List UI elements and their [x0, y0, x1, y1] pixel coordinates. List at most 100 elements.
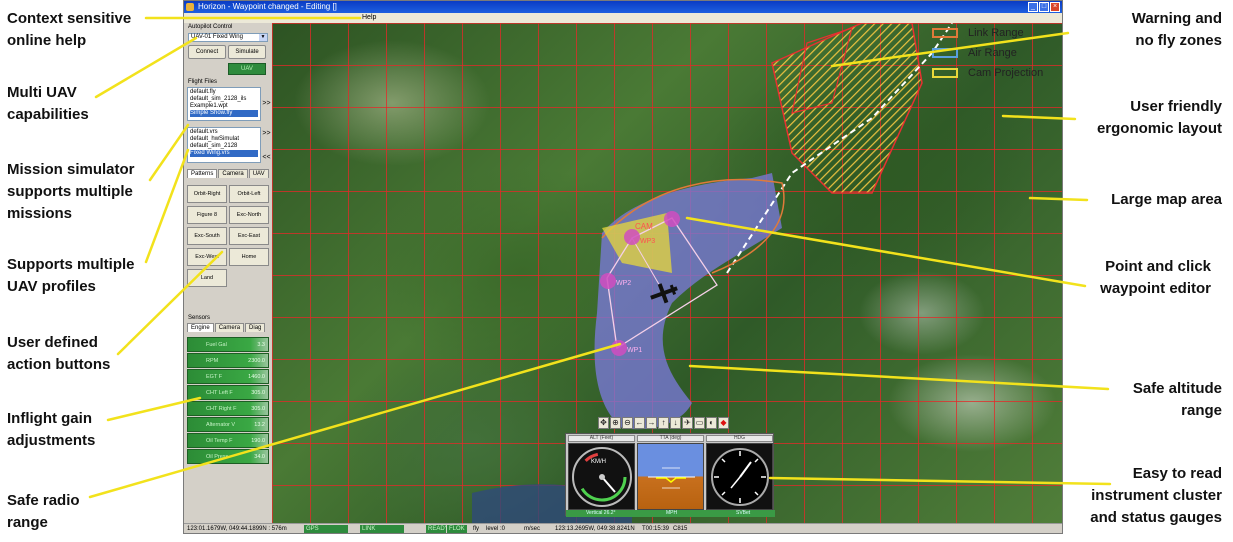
uav-button[interactable]: UAV: [228, 63, 266, 75]
list-item[interactable]: default_sim_2128_ils: [190, 96, 258, 103]
list-item[interactable]: default.fly: [190, 89, 258, 96]
status-coords: 123:13.2695W, 049:38.8241N: [555, 526, 635, 532]
uav-select[interactable]: UAV-01 Fixed Wing ▼: [188, 33, 268, 42]
sensor-oil-temp[interactable]: Oil Temp F 190.0: [187, 433, 269, 448]
zoom-in-icon[interactable]: ⊕: [610, 417, 621, 429]
sensor-egt[interactable]: EGT F 1460.0: [187, 369, 269, 384]
status-vspeed: m/sec: [524, 526, 541, 532]
frame-icon[interactable]: ▭: [694, 417, 705, 429]
home-button[interactable]: Home: [229, 248, 269, 266]
sensor-value: 2300.0: [248, 358, 265, 364]
send-profile-button[interactable]: >>: [262, 129, 271, 139]
instrument-footer: Vertical 26.2° MPH SVBet: [566, 510, 775, 517]
arrow-right-icon[interactable]: →: [646, 417, 657, 429]
status-bar: 123:01.1679W, 049:44.1899N : 576m GPS LI…: [184, 523, 1062, 533]
tab-patterns[interactable]: Patterns: [187, 169, 218, 178]
land-button[interactable]: Land: [187, 269, 227, 287]
list-item-selected[interactable]: Simple Show.fly: [190, 110, 258, 117]
layer-icon[interactable]: ◐: [706, 417, 717, 429]
tab-uav[interactable]: UAV: [248, 169, 269, 178]
sensor-alternator[interactable]: Alternator V 13.2: [187, 417, 269, 432]
sensor-label: Oil Press: [206, 454, 229, 460]
status-time: T00:15:39: [642, 526, 670, 532]
waypoint-wp3: [664, 211, 680, 227]
airspeed-gauge: KM/H: [568, 443, 635, 510]
orbit-left-button[interactable]: Orbit-Left: [229, 185, 269, 203]
arrow-left-icon[interactable]: ←: [634, 417, 645, 429]
callout-safe-altitude: Safe altitude range: [1132, 380, 1222, 419]
status-fly: fly: [473, 526, 479, 532]
orbit-right-button[interactable]: Orbit-Right: [187, 185, 227, 203]
sensor-fuel[interactable]: Fuel Gal 3.3: [187, 337, 269, 352]
status-ready: READY: [426, 525, 449, 533]
callout-safe-radio-range: Safe radio range: [7, 492, 80, 531]
sensor-label: CHT Right F: [206, 406, 237, 412]
callout-uav-profiles: Supports multiple UAV profiles: [7, 256, 135, 295]
instrument-mph: MPH: [666, 510, 678, 516]
sensor-cht-left[interactable]: CHT Left F 305.0: [187, 385, 269, 400]
sensor-oil-press[interactable]: Oil Press 34.0: [187, 449, 269, 464]
sensor-cht-right[interactable]: CHT Right F 305.0: [187, 401, 269, 416]
sensor-value: 13.2: [254, 422, 265, 428]
zoom-out-icon[interactable]: ⊖: [622, 417, 633, 429]
receive-profile-button[interactable]: <<: [262, 153, 271, 163]
waypoint-label: WP2: [616, 280, 631, 287]
instrument-svbet: SVBet: [736, 510, 751, 516]
instrument-cluster: ALT (Feet) TTA (deg) HDG KM/H Vertical 2…: [565, 433, 775, 517]
tab-diag[interactable]: Diag: [245, 323, 266, 332]
list-item[interactable]: Example1.wpt: [190, 103, 258, 110]
attitude-indicator: [637, 443, 704, 510]
sensor-label: EGT F: [206, 374, 223, 380]
sensor-value: 305.0: [251, 406, 265, 412]
list-item[interactable]: default_sim_2128: [190, 143, 258, 150]
send-flight-file-button[interactable]: >>: [262, 99, 271, 109]
waypoint-label: CAM: [635, 222, 653, 231]
figure-8-button[interactable]: Figure 8: [187, 206, 227, 224]
callout-instrument-cluster: Easy to read instrument cluster and status…: [1090, 465, 1222, 526]
plane-icon[interactable]: ✈: [682, 417, 693, 429]
chevron-down-icon: ▼: [259, 34, 267, 41]
exc-north-button[interactable]: Exc-North: [229, 206, 269, 224]
simulate-button[interactable]: Simulate: [228, 45, 266, 59]
list-item[interactable]: default_hwSimulat: [190, 136, 258, 143]
exc-east-button[interactable]: Exc-East: [229, 227, 269, 245]
sensor-rpm[interactable]: RPM 2300.0: [187, 353, 269, 368]
legend-swatch-link: [932, 28, 958, 38]
tab-sensor-camera[interactable]: Camera: [214, 323, 245, 332]
flight-file-list[interactable]: default.fly default_sim_2128_ils Example…: [187, 87, 261, 121]
arrow-up-icon[interactable]: ↑: [658, 417, 669, 429]
instrument-head-tta: TTA (deg): [637, 435, 704, 442]
exc-south-button[interactable]: Exc-South: [187, 227, 227, 245]
waypoint-label: WP3: [640, 238, 655, 245]
connect-button[interactable]: Connect: [188, 45, 226, 59]
exc-west-button[interactable]: Exc-West: [187, 248, 227, 266]
close-button[interactable]: ×: [1050, 2, 1060, 12]
callout-context-help: Context sensitive online help: [7, 10, 132, 49]
list-item[interactable]: default.vrs: [190, 129, 258, 136]
callout-ergonomic-layout: User friendly ergonomic layout: [1096, 98, 1222, 137]
app-icon: [186, 3, 194, 11]
arrow-down-icon[interactable]: ↓: [670, 417, 681, 429]
minimize-button[interactable]: _: [1028, 2, 1038, 12]
sensor-label: Fuel Gal: [206, 342, 227, 348]
maximize-button[interactable]: □: [1039, 2, 1049, 12]
marker-icon[interactable]: ◆: [718, 417, 729, 429]
altimeter-gauge: [706, 443, 773, 510]
waypoint-label: WP1: [627, 347, 642, 354]
pan-icon[interactable]: ✥: [598, 417, 609, 429]
window-title: Horizon - Waypoint changed - Editing []: [198, 2, 337, 11]
legend-air-range: Air Range: [968, 47, 1017, 59]
legend-swatch-air: [932, 48, 958, 58]
instrument-head-alt: ALT (Feet): [568, 435, 635, 442]
sensor-value: 3.3: [257, 342, 265, 348]
menu-help[interactable]: Help: [362, 13, 376, 23]
waypoint-cam: [624, 229, 640, 245]
tab-engine[interactable]: Engine: [187, 323, 214, 332]
uav-profile-list[interactable]: default.vrs default_hwSimulat default_si…: [187, 127, 261, 163]
callout-mission-simulator: Mission simulator supports multiple missio…: [7, 161, 135, 222]
status-flok: FLOK: [447, 525, 467, 533]
list-item-selected[interactable]: Fixed Wing.vrs: [190, 150, 258, 157]
tab-camera[interactable]: Camera: [218, 169, 248, 178]
title-bar: Horizon - Waypoint changed - Editing [] …: [184, 1, 1062, 13]
sensor-value: 1460.0: [248, 374, 265, 380]
